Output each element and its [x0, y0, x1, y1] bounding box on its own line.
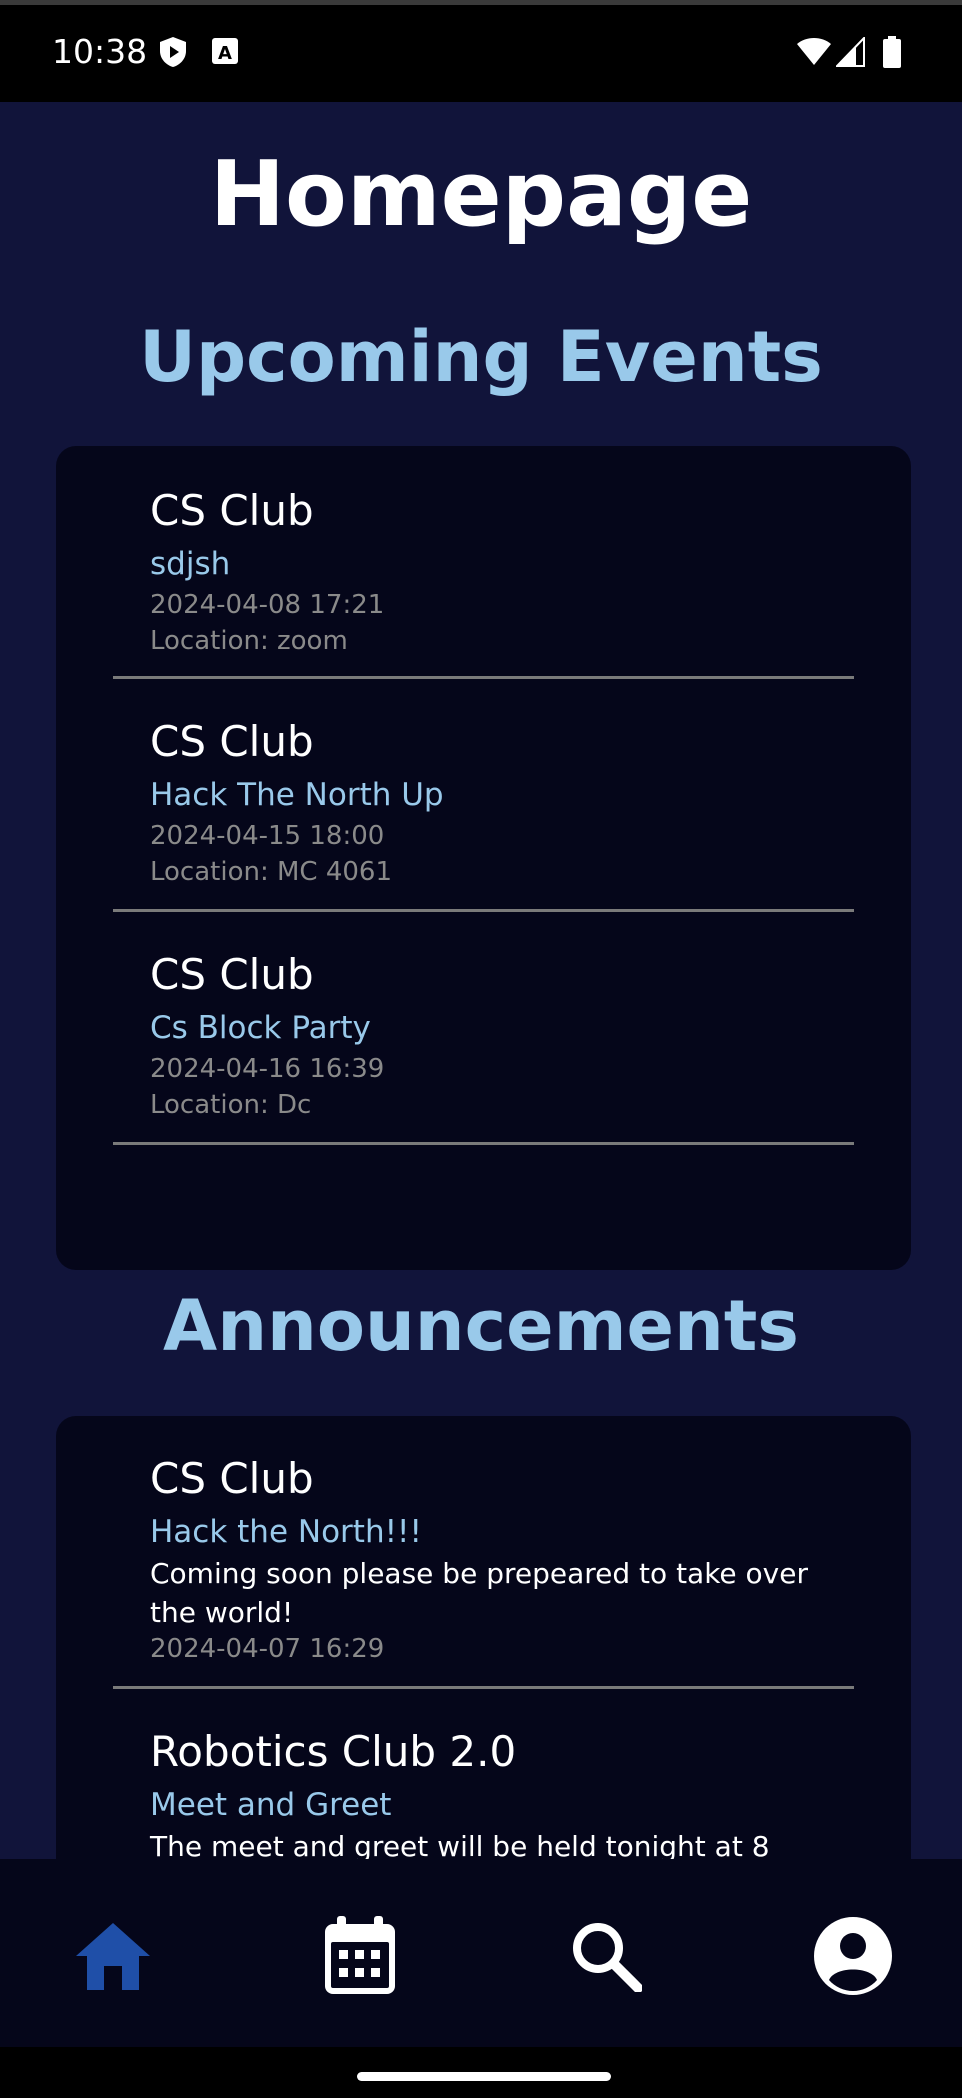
- event-location: Location: MC 4061: [150, 857, 393, 887]
- page-title: Homepage: [209, 142, 753, 247]
- status-bar: 10:38 A: [0, 0, 962, 102]
- play-protect-icon: [158, 36, 188, 72]
- nav-home-button[interactable]: [68, 1911, 158, 2001]
- event-location: Location: Dc: [150, 1090, 312, 1120]
- cellular-signal-icon: [834, 35, 866, 71]
- event-item[interactable]: CS Club sdjsh 2024-04-08 17:21 Location:…: [113, 446, 854, 679]
- home-icon: [76, 1923, 150, 1990]
- status-bar-edge: [0, 0, 962, 5]
- search-icon: [573, 1923, 642, 1992]
- announcements-title: Announcements: [163, 1285, 799, 1367]
- battery-icon: [882, 36, 902, 72]
- event-datetime: 2024-04-08 17:21: [150, 590, 385, 620]
- nav-profile-button[interactable]: [808, 1911, 898, 2001]
- bottom-navigation: [0, 1859, 962, 2047]
- event-org: CS Club: [150, 717, 314, 766]
- announcement-item[interactable]: CS Club Hack the North!!! Coming soon pl…: [113, 1416, 854, 1689]
- announcement-title: Hack the North!!!: [150, 1514, 422, 1550]
- event-item[interactable]: CS Club Cs Block Party 2024-04-16 16:39 …: [113, 912, 854, 1145]
- upcoming-events-title: Upcoming Events: [139, 316, 823, 398]
- announcement-item[interactable]: Robotics Club 2.0 Meet and Greet The mee…: [113, 1689, 854, 1859]
- announcement-datetime: 2024-04-07 16:29: [150, 1634, 385, 1664]
- event-item[interactable]: CS Club Hack The North Up 2024-04-15 18:…: [113, 679, 854, 912]
- profile-icon: [814, 1917, 892, 1995]
- announcement-body: The meet and greet will be held tonight …: [150, 1830, 770, 1859]
- nav-search-button[interactable]: [561, 1911, 651, 2001]
- event-name: Hack The North Up: [150, 777, 444, 813]
- event-location: Location: zoom: [150, 626, 348, 656]
- event-datetime: 2024-04-15 18:00: [150, 821, 385, 851]
- status-time: 10:38: [52, 32, 148, 71]
- announcement-org: Robotics Club 2.0: [150, 1727, 517, 1776]
- event-name: sdjsh: [150, 546, 231, 582]
- wifi-icon: [796, 36, 832, 70]
- gesture-handle[interactable]: [357, 2072, 611, 2081]
- announcement-org: CS Club: [150, 1454, 314, 1503]
- event-org: CS Club: [150, 486, 314, 535]
- announcement-title: Meet and Greet: [150, 1787, 392, 1823]
- announcements-card: CS Club Hack the North!!! Coming soon pl…: [56, 1416, 911, 1859]
- upcoming-events-card: CS Club sdjsh 2024-04-08 17:21 Location:…: [56, 446, 911, 1270]
- event-name: Cs Block Party: [150, 1010, 371, 1046]
- nav-calendar-button[interactable]: [315, 1911, 405, 2001]
- announcement-body: Coming soon please be prepeared to take …: [150, 1557, 808, 1629]
- event-org: CS Club: [150, 950, 314, 999]
- calendar-icon: [325, 1916, 395, 1994]
- svg-text:A: A: [218, 43, 232, 64]
- text-a-icon: A: [210, 36, 240, 70]
- event-datetime: 2024-04-16 16:39: [150, 1054, 385, 1084]
- home-scroll-content[interactable]: Homepage Upcoming Events CS Club sdjsh 2…: [0, 102, 962, 1859]
